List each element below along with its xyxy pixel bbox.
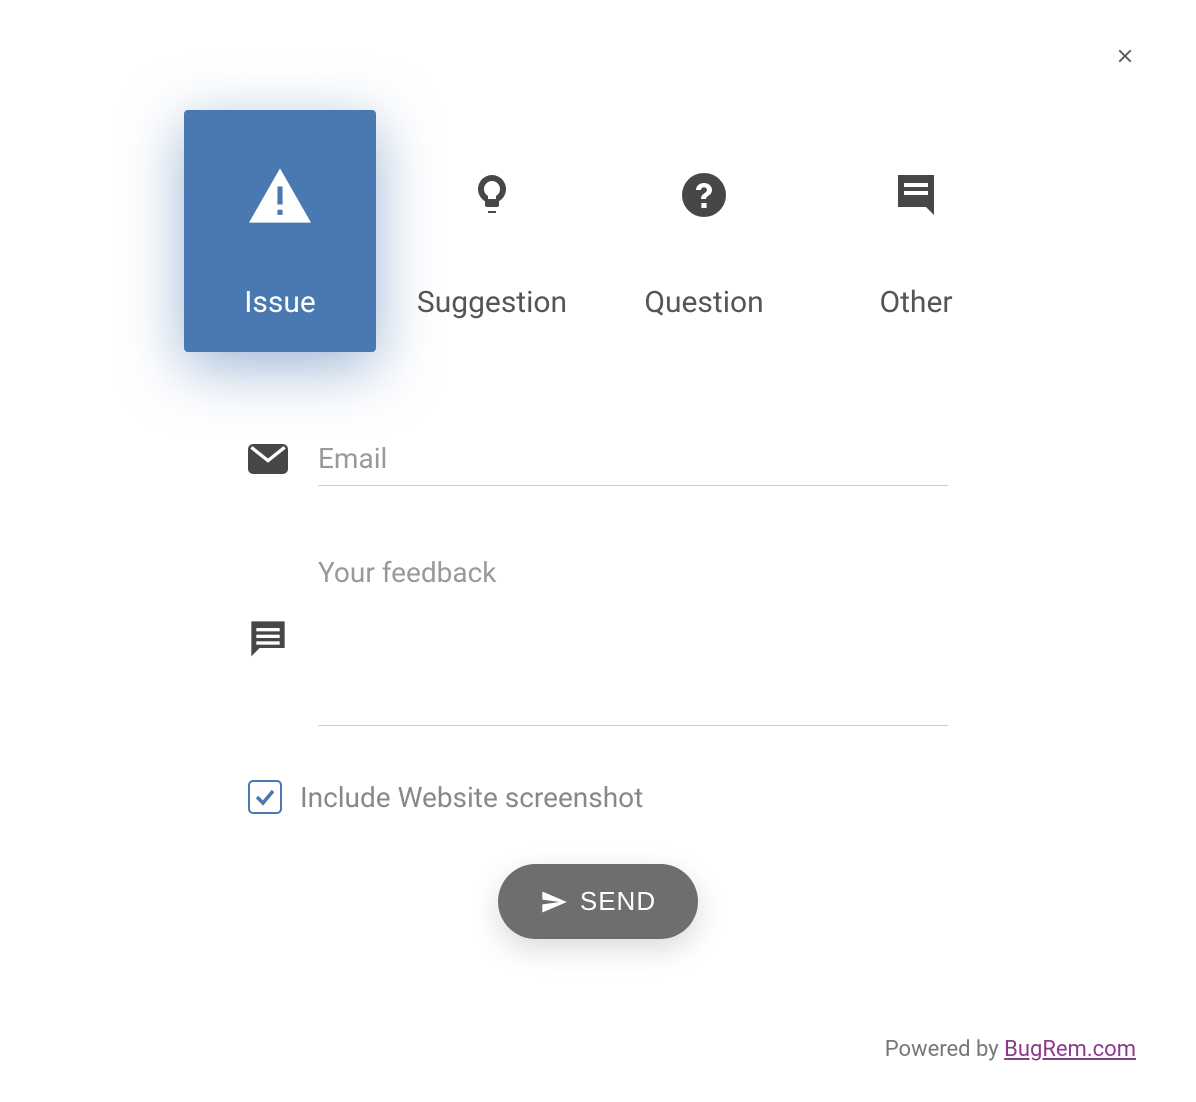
tab-label: Other xyxy=(879,285,952,320)
screenshot-checkbox[interactable] xyxy=(248,780,282,814)
message-icon xyxy=(248,618,318,658)
screenshot-checkbox-label: Include Website screenshot xyxy=(300,781,643,814)
warning-icon xyxy=(249,165,311,225)
send-button-label: SEND xyxy=(580,886,656,917)
send-button[interactable]: SEND xyxy=(498,864,698,939)
send-icon xyxy=(540,888,568,916)
close-icon xyxy=(1114,45,1136,67)
email-row xyxy=(248,432,948,486)
email-icon xyxy=(248,443,318,475)
lightbulb-icon xyxy=(468,165,516,225)
email-input[interactable] xyxy=(318,432,948,486)
tab-label: Issue xyxy=(244,285,316,320)
footer-prefix: Powered by xyxy=(885,1037,1004,1062)
question-icon xyxy=(680,165,728,225)
tab-suggestion[interactable]: Suggestion xyxy=(396,110,588,352)
tab-question[interactable]: Question xyxy=(608,110,800,352)
footer: Powered by BugRem.com xyxy=(885,1037,1136,1062)
close-button[interactable] xyxy=(1114,40,1136,72)
feedback-form: Include Website screenshot SEND xyxy=(248,432,948,939)
screenshot-checkbox-row: Include Website screenshot xyxy=(248,780,948,814)
footer-link[interactable]: BugRem.com xyxy=(1004,1037,1136,1062)
check-icon xyxy=(253,785,277,809)
tab-label: Question xyxy=(644,285,763,320)
feedback-row xyxy=(248,546,948,730)
tab-issue[interactable]: Issue xyxy=(184,110,376,352)
tab-label: Suggestion xyxy=(417,285,567,320)
category-tabs: Issue Suggestion Question Other xyxy=(0,0,1196,352)
tab-other[interactable]: Other xyxy=(820,110,1012,352)
comment-icon xyxy=(892,165,940,225)
feedback-input[interactable] xyxy=(318,546,948,726)
